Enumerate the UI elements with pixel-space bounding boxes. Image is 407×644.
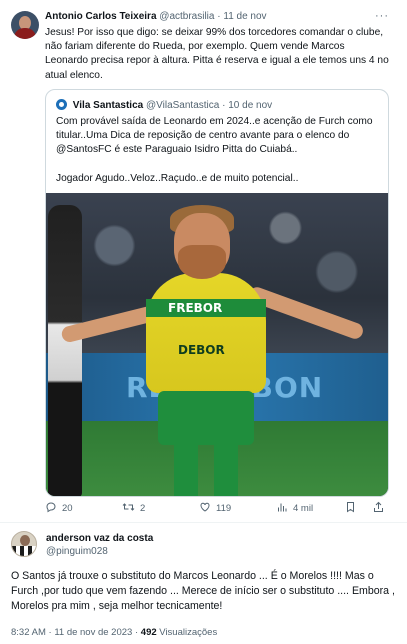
- quoted-text-line: Jogador Agudo..Veloz..Raçudo..e de muito…: [56, 172, 299, 184]
- share-icon: [373, 501, 384, 516]
- views-button[interactable]: 4 mil: [276, 501, 313, 516]
- author-name[interactable]: anderson vaz da costa: [46, 533, 153, 544]
- tweet-main[interactable]: Antonio Carlos Teixeira @actbrasilia · 1…: [0, 0, 407, 522]
- photo-player-beard: [178, 245, 226, 279]
- avatar[interactable]: [11, 11, 39, 39]
- retweet-button[interactable]: 2: [122, 501, 145, 516]
- tweet-reply[interactable]: anderson vaz da costa @pinguim028 O Sant…: [0, 523, 407, 644]
- author-name[interactable]: Antonio Carlos Teixeira: [45, 11, 157, 22]
- author-handle[interactable]: @pinguim028: [46, 546, 108, 557]
- like-count: 119: [216, 503, 232, 514]
- photo-player-shirt: [146, 273, 266, 393]
- photo-player-leg: [214, 443, 238, 496]
- reply-icon: [45, 501, 57, 516]
- photo-player-shorts: [158, 391, 254, 445]
- quoted-author-handle: @VilaSantastica: [145, 100, 220, 111]
- photo-sponsor-top: FREBOR: [168, 301, 223, 315]
- avatar[interactable]: [11, 531, 37, 557]
- tweet-views-label: Visualizações: [159, 627, 218, 638]
- bookmark-icon: [345, 501, 356, 516]
- more-icon[interactable]: ···: [375, 10, 389, 22]
- tweet-views-count: 492: [140, 627, 157, 638]
- views-icon: [276, 501, 288, 516]
- photo-player-opponent: [48, 205, 82, 496]
- reply-button[interactable]: 20: [45, 501, 73, 516]
- quoted-date: 10 de nov: [228, 100, 273, 111]
- author-handle[interactable]: @actbrasilia: [159, 11, 214, 22]
- views-count: 4 mil: [293, 503, 314, 514]
- meta-separator: ·: [48, 627, 52, 638]
- quoted-header: Vila Santastica @VilaSantastica · 10 de …: [56, 99, 272, 111]
- quoted-photo[interactable]: RE$ 30 BON FREBOR DEBOR: [46, 193, 388, 496]
- tweet-header: Antonio Carlos Teixeira @actbrasilia · 1…: [45, 11, 375, 22]
- photo-sponsor-bottom: DEBOR: [178, 343, 225, 357]
- meta-separator: ·: [134, 627, 139, 638]
- tweet-full-date[interactable]: 11 de nov de 2023: [54, 627, 132, 638]
- avatar-face: [20, 535, 30, 546]
- tweet-date[interactable]: 11 de nov: [223, 11, 266, 22]
- like-button[interactable]: 119: [199, 501, 231, 516]
- tweet-meta: 8:32 AM · 11 de nov de 2023 · 492 Visual…: [11, 627, 217, 638]
- avatar-body: [14, 28, 36, 39]
- tweet-actions: 20 2 119 4 mil: [45, 501, 390, 517]
- reply-count: 20: [62, 503, 73, 514]
- tweet-time[interactable]: 8:32 AM: [11, 627, 46, 638]
- like-icon: [199, 501, 211, 516]
- tweet-text: Jesus! Por isso que digo: se deixar 99% …: [45, 27, 389, 81]
- quoted-avatar: [56, 99, 67, 110]
- header-separator: ·: [217, 11, 221, 22]
- bookmark-button[interactable]: [345, 501, 356, 516]
- quoted-author-name: Vila Santastica: [72, 100, 144, 111]
- avatar-shirt: [12, 546, 36, 556]
- quoted-text: Com provável saída de Leonardo em 2024..…: [56, 115, 382, 186]
- share-button[interactable]: [373, 501, 384, 516]
- photo-player-leg: [174, 443, 198, 496]
- retweet-count: 2: [140, 503, 146, 514]
- tweet-text: O Santos já trouxe o substituto do Marco…: [11, 570, 395, 612]
- quoted-text-line: Com provável saída de Leonardo em 2024..…: [56, 116, 373, 156]
- retweet-icon: [122, 501, 135, 516]
- quoted-separator: ·: [222, 100, 226, 111]
- quoted-tweet[interactable]: Vila Santastica @VilaSantastica · 10 de …: [45, 89, 389, 497]
